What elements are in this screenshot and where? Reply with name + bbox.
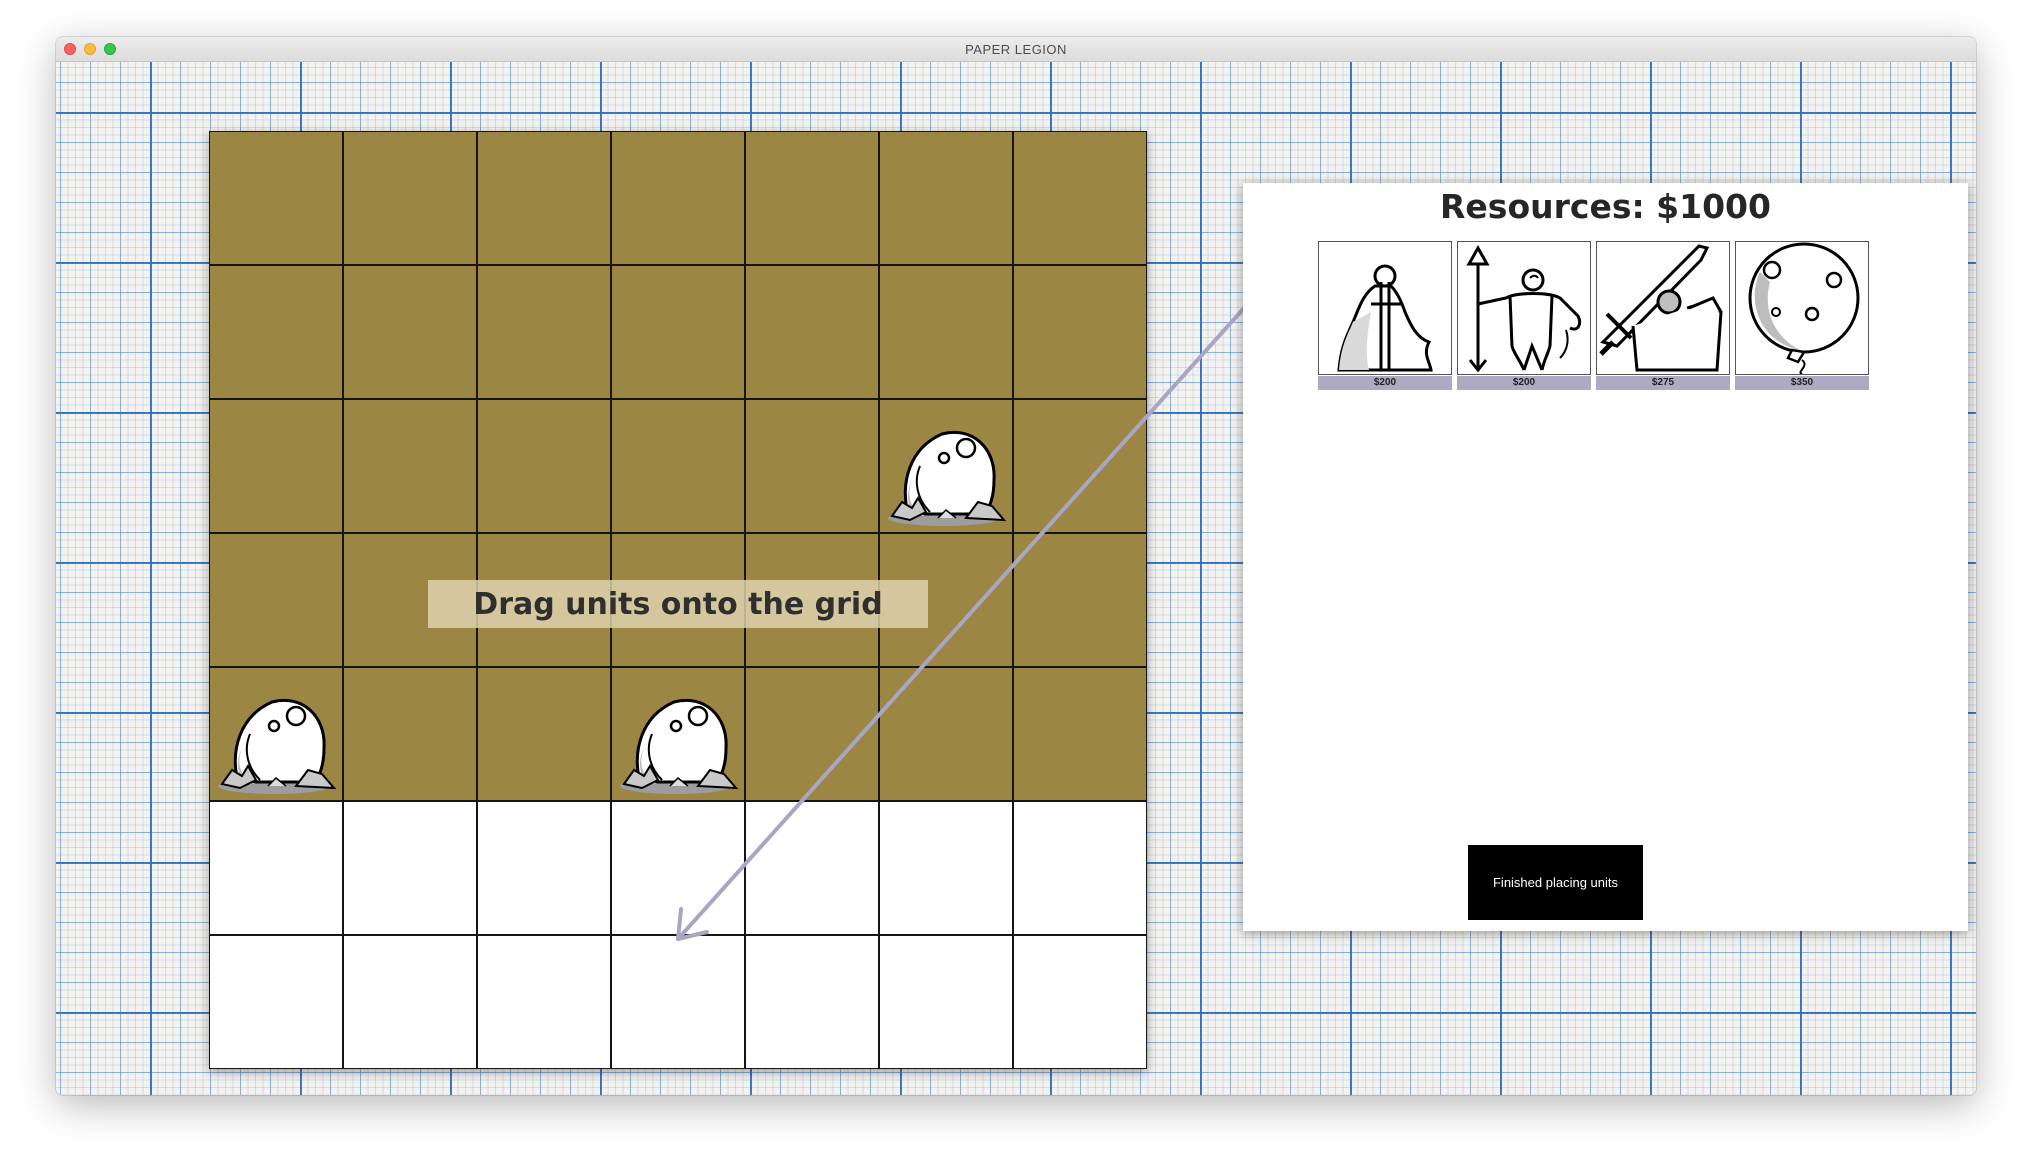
player-grid-cell[interactable] xyxy=(209,935,343,1069)
unit-shop: $200 $200 $275 $350 xyxy=(1318,241,1869,390)
player-grid-cell[interactable] xyxy=(745,801,879,935)
swordsman-price: $275 xyxy=(1596,376,1730,390)
enemy-boulder-unit xyxy=(888,430,1007,526)
enemy-grid-cell xyxy=(611,131,745,265)
enemy-grid-cell xyxy=(1013,667,1147,801)
enemy-grid-cell xyxy=(1013,265,1147,399)
enemy-grid-cell xyxy=(209,667,343,801)
enemy-grid-cell xyxy=(611,667,745,801)
window-title: PAPER LEGION xyxy=(965,42,1067,57)
shop-item-knight[interactable]: $200 xyxy=(1318,241,1452,390)
enemy-grid-cell xyxy=(209,533,343,667)
player-grid-cell[interactable] xyxy=(879,935,1013,1069)
enemy-grid-cell xyxy=(343,667,477,801)
enemy-grid-cell xyxy=(1013,131,1147,265)
enemy-boulder-unit xyxy=(218,698,337,794)
spearman-unit-card[interactable] xyxy=(1457,241,1591,375)
spearman-price: $200 xyxy=(1457,376,1591,390)
spearman-icon xyxy=(1466,244,1582,373)
enemy-grid-cell xyxy=(209,399,343,533)
shop-item-spearman[interactable]: $200 xyxy=(1457,241,1591,390)
swordsman-unit-card[interactable] xyxy=(1596,241,1730,375)
shop-item-swordsman[interactable]: $275 xyxy=(1596,241,1730,390)
title-bar: PAPER LEGION xyxy=(56,37,1976,62)
unit-shop-panel: Resources: $1000 $200 $200 $275 $350 Fin… xyxy=(1243,183,1968,931)
knight-unit-card[interactable] xyxy=(1318,241,1452,375)
enemy-grid-cell xyxy=(611,265,745,399)
player-grid-cell[interactable] xyxy=(477,801,611,935)
enemy-grid-cell xyxy=(745,265,879,399)
player-grid-cell[interactable] xyxy=(745,935,879,1069)
enemy-grid-cell xyxy=(879,131,1013,265)
player-grid-cell[interactable] xyxy=(611,801,745,935)
player-grid-cell[interactable] xyxy=(1013,935,1147,1069)
finish-placing-button[interactable]: Finished placing units xyxy=(1468,845,1643,920)
player-grid-cell[interactable] xyxy=(477,935,611,1069)
enemy-grid-cell xyxy=(343,265,477,399)
player-grid-cell[interactable] xyxy=(611,935,745,1069)
enemy-grid-cell xyxy=(745,131,879,265)
boulder-icon xyxy=(1748,242,1860,374)
enemy-grid-cell xyxy=(879,265,1013,399)
enemy-grid-cell xyxy=(477,265,611,399)
player-grid-cell[interactable] xyxy=(879,801,1013,935)
enemy-grid-cell xyxy=(343,399,477,533)
enemy-boulder-unit xyxy=(620,698,739,794)
player-grid-cell[interactable] xyxy=(343,801,477,935)
enemy-grid-cell xyxy=(477,399,611,533)
enemy-grid-cell xyxy=(209,131,343,265)
player-grid-cell[interactable] xyxy=(343,935,477,1069)
enemy-grid-cell xyxy=(477,131,611,265)
enemy-grid-cell xyxy=(1013,533,1147,667)
knight-icon xyxy=(1337,264,1433,372)
resources-label: Resources: $1000 xyxy=(1440,187,1771,226)
boulder-price: $350 xyxy=(1735,376,1869,390)
enemy-grid-cell xyxy=(745,399,879,533)
player-grid-cell[interactable] xyxy=(1013,801,1147,935)
enemy-grid-cell xyxy=(1013,399,1147,533)
knight-price: $200 xyxy=(1318,376,1452,390)
enemy-grid-cell xyxy=(879,399,1013,533)
enemy-grid-cell xyxy=(879,667,1013,801)
enemy-grid-cell xyxy=(209,265,343,399)
boulder-unit-card[interactable] xyxy=(1735,241,1869,375)
player-grid-cell[interactable] xyxy=(209,801,343,935)
shop-item-boulder[interactable]: $350 xyxy=(1735,241,1869,390)
drag-instruction-banner: Drag units onto the grid xyxy=(428,580,928,628)
enemy-grid-cell xyxy=(745,667,879,801)
enemy-grid-cell xyxy=(611,399,745,533)
enemy-grid-cell xyxy=(343,131,477,265)
enemy-grid-cell xyxy=(477,667,611,801)
swordsman-icon xyxy=(1599,244,1723,372)
